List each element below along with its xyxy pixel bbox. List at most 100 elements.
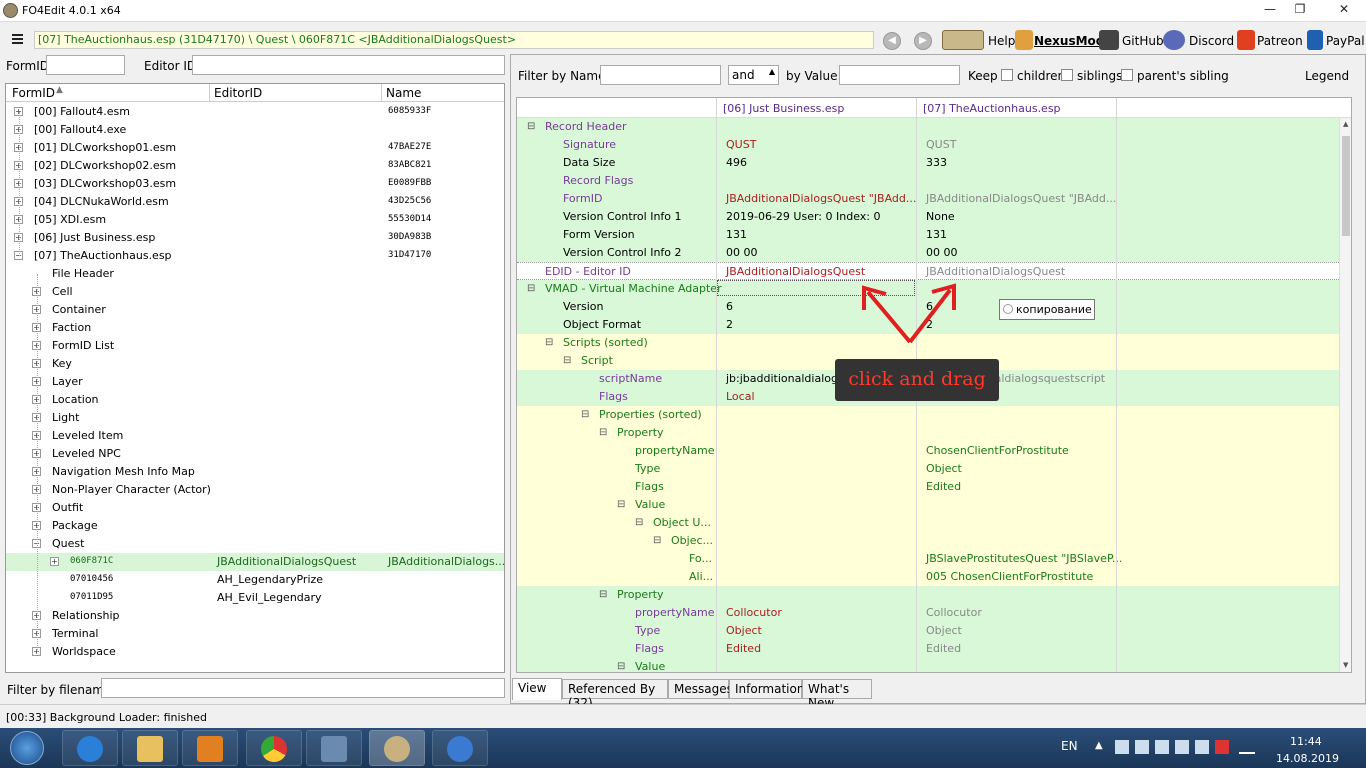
tree-row[interactable]: + Leveled NPC [6,445,504,463]
clock-time[interactable]: 11:44 [1290,735,1322,748]
taskbar-fo4edit[interactable] [369,730,425,766]
tree-row[interactable]: + Package [6,517,504,535]
collapse-icon[interactable]: ⊟ [527,283,535,294]
tree-row[interactable]: 07010456 AH_LegendaryPrize [6,571,504,589]
tray-icons[interactable] [1115,740,1265,756]
taskbar-explorer[interactable] [122,730,178,766]
column-just-business[interactable]: [06] Just Business.esp [723,102,844,115]
github-icon[interactable] [1099,30,1119,50]
tree-row[interactable]: + [04] DLCNukaWorld.esm 43D25C56 [6,193,504,211]
collapse-icon[interactable]: ⊟ [563,355,571,366]
tree-row[interactable]: + Non-Player Character (Actor) [6,481,504,499]
grid-row[interactable]: propertyName Collocutor Collocutor [517,604,1339,622]
tree-row[interactable]: + Light [6,409,504,427]
patreon-icon[interactable] [1237,30,1255,50]
collapse-icon[interactable]: ⊟ [599,427,607,438]
tree-row[interactable]: − [07] TheAuctionhaus.esp 31D47170 [6,247,504,265]
grid-row[interactable]: ⊟ Value [517,658,1339,672]
filter-name-input[interactable] [600,65,721,85]
column-formid[interactable]: FormID [12,86,55,100]
tray-icon-5[interactable] [1195,740,1209,754]
tray-icon-3[interactable] [1155,740,1169,754]
scroll-up-icon[interactable]: ▲ [1343,120,1348,128]
tree-row[interactable]: + Worldspace [6,643,504,661]
column-name[interactable]: Name [386,86,421,100]
tray-icon-4[interactable] [1175,740,1189,754]
siblings-checkbox[interactable] [1061,69,1073,81]
taskbar-app[interactable] [432,730,488,766]
grid-row[interactable]: Version Control Info 1 2019-06-29 User: 0… [517,208,1339,226]
tree-row[interactable]: + Outfit [6,499,504,517]
tree-row[interactable]: + [03] DLCworkshop03.esm E0089FBB [6,175,504,193]
tree-row[interactable]: + [06] Just Business.esp 30DA983B [6,229,504,247]
grid-row[interactable]: Form Version 131 131 [517,226,1339,244]
tab-what-s-new[interactable]: What's New [802,679,872,710]
tray-icon-6[interactable] [1215,740,1229,754]
tab-referenced-by-32[interactable]: Referenced By (32) [562,679,668,710]
tree-row[interactable]: + [02] DLCworkshop02.esm 83ABC821 [6,157,504,175]
legend-button[interactable]: Legend [1305,69,1349,83]
close-button[interactable]: ✕ [1326,0,1362,20]
tree-row[interactable]: + [01] DLCworkshop01.esm 47BAE27E [6,139,504,157]
grid-row[interactable]: Ali... 005 ChosenClientForProstitute [517,568,1339,586]
tree-row[interactable]: − Quest [6,535,504,553]
scrollbar-thumb[interactable] [1342,136,1350,236]
parents-sibling-checkbox[interactable] [1121,69,1133,81]
tree-row[interactable]: + Key [6,355,504,373]
collapse-icon[interactable]: ⊟ [545,337,553,348]
taskbar-media[interactable] [182,730,238,766]
discord-link[interactable]: Discord [1189,34,1234,48]
grid-row[interactable]: ⊟ Value [517,496,1339,514]
maximize-button[interactable]: ❐ [1286,0,1314,20]
start-button-icon[interactable] [10,731,44,765]
patreon-link[interactable]: Patreon [1257,34,1303,48]
column-auctionhaus[interactable]: [07] TheAuctionhaus.esp [923,102,1061,115]
tree-row[interactable]: + Relationship [6,607,504,625]
navigation-tree[interactable]: FormID ▲ EditorID Name + [00] Fallout4.es… [5,83,505,673]
tree-row[interactable]: 07011D95 AH_Evil_Legendary [6,589,504,607]
back-icon[interactable]: ◀ [883,32,901,50]
grid-row[interactable]: FormID JBAdditionalDialogsQuest "JBAdd...… [517,190,1339,208]
tree-row[interactable]: + FormID List [6,337,504,355]
grid-row[interactable]: ⊟ Object U... [517,514,1339,532]
grid-row[interactable]: Flags Edited [517,478,1339,496]
grid-row[interactable]: Flags Edited Edited [517,640,1339,658]
language-indicator[interactable]: EN [1061,739,1078,753]
editorid-input[interactable] [192,55,505,75]
grid-row[interactable]: ⊟ Record Header [517,118,1339,136]
tray-icon-2[interactable] [1135,740,1149,754]
children-checkbox[interactable] [1001,69,1013,81]
grid-row[interactable]: Fo... JBSlaveProstitutesQuest "JBSlaveP..… [517,550,1339,568]
taskbar-chrome[interactable] [246,730,302,766]
tree-row[interactable]: + Location [6,391,504,409]
discord-icon[interactable] [1163,30,1185,50]
taskbar-files[interactable] [306,730,362,766]
vertical-scrollbar[interactable]: ▲ ▼ [1339,118,1351,672]
tray-expand-icon[interactable]: ▲ [1095,740,1103,751]
tree-row[interactable]: +060F871C JBAdditionalDialogsQuest JBAddit… [6,553,504,571]
tab-messages[interactable]: Messages [668,679,733,699]
nexusmod-link[interactable]: NexusMod [1034,34,1104,48]
collapse-icon[interactable]: ⊟ [617,661,625,672]
collapse-icon[interactable]: ⊟ [599,589,607,600]
tree-row[interactable]: + [00] Fallout4.exe [6,121,504,139]
grid-row[interactable]: ⊟ Properties (sorted) [517,406,1339,424]
tab-view[interactable]: View [512,678,562,700]
grid-row[interactable]: Data Size 496 333 [517,154,1339,172]
tree-row[interactable]: + [00] Fallout4.esm 6085933F [6,103,504,121]
tree-row[interactable]: + Leveled Item [6,427,504,445]
taskbar-ie[interactable] [62,730,118,766]
forward-icon[interactable]: ▶ [914,32,932,50]
tab-information[interactable]: Information [729,679,804,699]
tree-row[interactable]: + Navigation Mesh Info Map [6,463,504,481]
grid-row[interactable]: EDID - Editor ID JBAdditionalDialogsQuest… [517,262,1339,280]
grid-row[interactable]: Record Flags [517,172,1339,190]
scroll-down-icon[interactable]: ▼ [1343,661,1348,669]
tray-icon-1[interactable] [1115,740,1129,754]
tree-row[interactable]: + Cell [6,283,504,301]
grid-row[interactable]: Type Object [517,460,1339,478]
hamburger-menu-icon[interactable] [12,34,23,44]
grid-row[interactable]: Signature QUST QUST [517,136,1339,154]
grid-row[interactable]: ⊟ Property [517,424,1339,442]
minimize-button[interactable]: — [1256,0,1284,20]
